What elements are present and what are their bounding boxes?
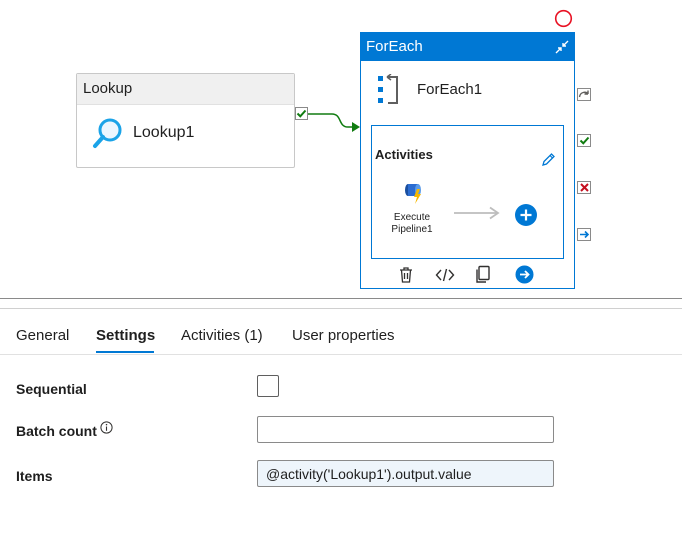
tab-settings[interactable]: Settings <box>96 327 155 344</box>
lookup-activity-name: Lookup1 <box>133 124 195 141</box>
batch-count-input[interactable] <box>257 416 554 443</box>
activities-title: Activities <box>375 147 433 162</box>
lookup-activity-node[interactable]: Lookup Lookup1 <box>76 73 295 168</box>
items-input[interactable] <box>257 460 554 487</box>
foreach-activity-name: ForEach1 <box>417 81 483 98</box>
x-mark-icon <box>579 183 589 192</box>
execute-pipeline-label-line2: Pipeline1 <box>391 224 433 235</box>
collapse-icon[interactable] <box>554 39 570 55</box>
checkmark-icon <box>296 109 307 118</box>
pencil-icon[interactable] <box>541 152 556 167</box>
items-label: Items <box>16 468 53 484</box>
execute-pipeline-label-line1: Execute <box>393 212 431 223</box>
sequential-label: Sequential <box>16 381 87 397</box>
tab-user-properties[interactable]: User properties <box>292 327 395 344</box>
info-icon[interactable] <box>100 421 113 434</box>
code-icon[interactable] <box>435 267 455 283</box>
sequential-checkbox[interactable] <box>257 375 279 397</box>
pipeline-canvas[interactable]: Lookup Lookup1 ForEach ForEach1 Activiti… <box>0 0 682 298</box>
trash-icon[interactable] <box>398 266 414 284</box>
panel-top-border <box>0 308 682 309</box>
failure-output-port[interactable] <box>577 181 591 194</box>
lookup-node-header: Lookup <box>77 74 294 105</box>
magnifier-icon <box>93 118 122 148</box>
copy-icon[interactable] <box>474 265 492 284</box>
tabs-divider <box>0 354 682 355</box>
batch-count-label: Batch count <box>16 423 97 439</box>
lookup-success-output[interactable] <box>295 107 308 120</box>
checkmark-icon <box>579 136 589 145</box>
canvas-divider[interactable] <box>0 298 682 299</box>
foreach-activity-node[interactable]: ForEach ForEach1 Activities Execute Pipe… <box>360 32 575 289</box>
add-circle-icon[interactable] <box>514 203 538 227</box>
error-indicator-icon[interactable] <box>554 9 573 28</box>
foreach-node-header: ForEach <box>361 33 574 61</box>
active-tab-indicator <box>96 351 154 353</box>
tab-general[interactable]: General <box>16 327 69 344</box>
execute-pipeline-icon <box>405 184 421 204</box>
skip-arrow-icon <box>578 90 589 98</box>
foreach-bracket-icon <box>378 74 398 104</box>
foreach-activities-container[interactable]: Activities Execute Pipeline1 <box>371 125 564 259</box>
dependency-connector[interactable] <box>308 108 364 138</box>
arrow-circle-icon[interactable] <box>515 265 534 284</box>
skipped-output-port[interactable] <box>577 88 591 101</box>
success-output-port[interactable] <box>577 134 591 147</box>
tab-activities[interactable]: Activities (1) <box>181 327 263 344</box>
arrow-connector-icon <box>454 206 500 220</box>
foreach-header-label: ForEach <box>366 38 423 55</box>
execute-pipeline-activity[interactable]: Execute Pipeline1 <box>382 181 442 241</box>
completion-output-port[interactable] <box>577 228 591 241</box>
arrow-right-icon <box>579 230 589 239</box>
